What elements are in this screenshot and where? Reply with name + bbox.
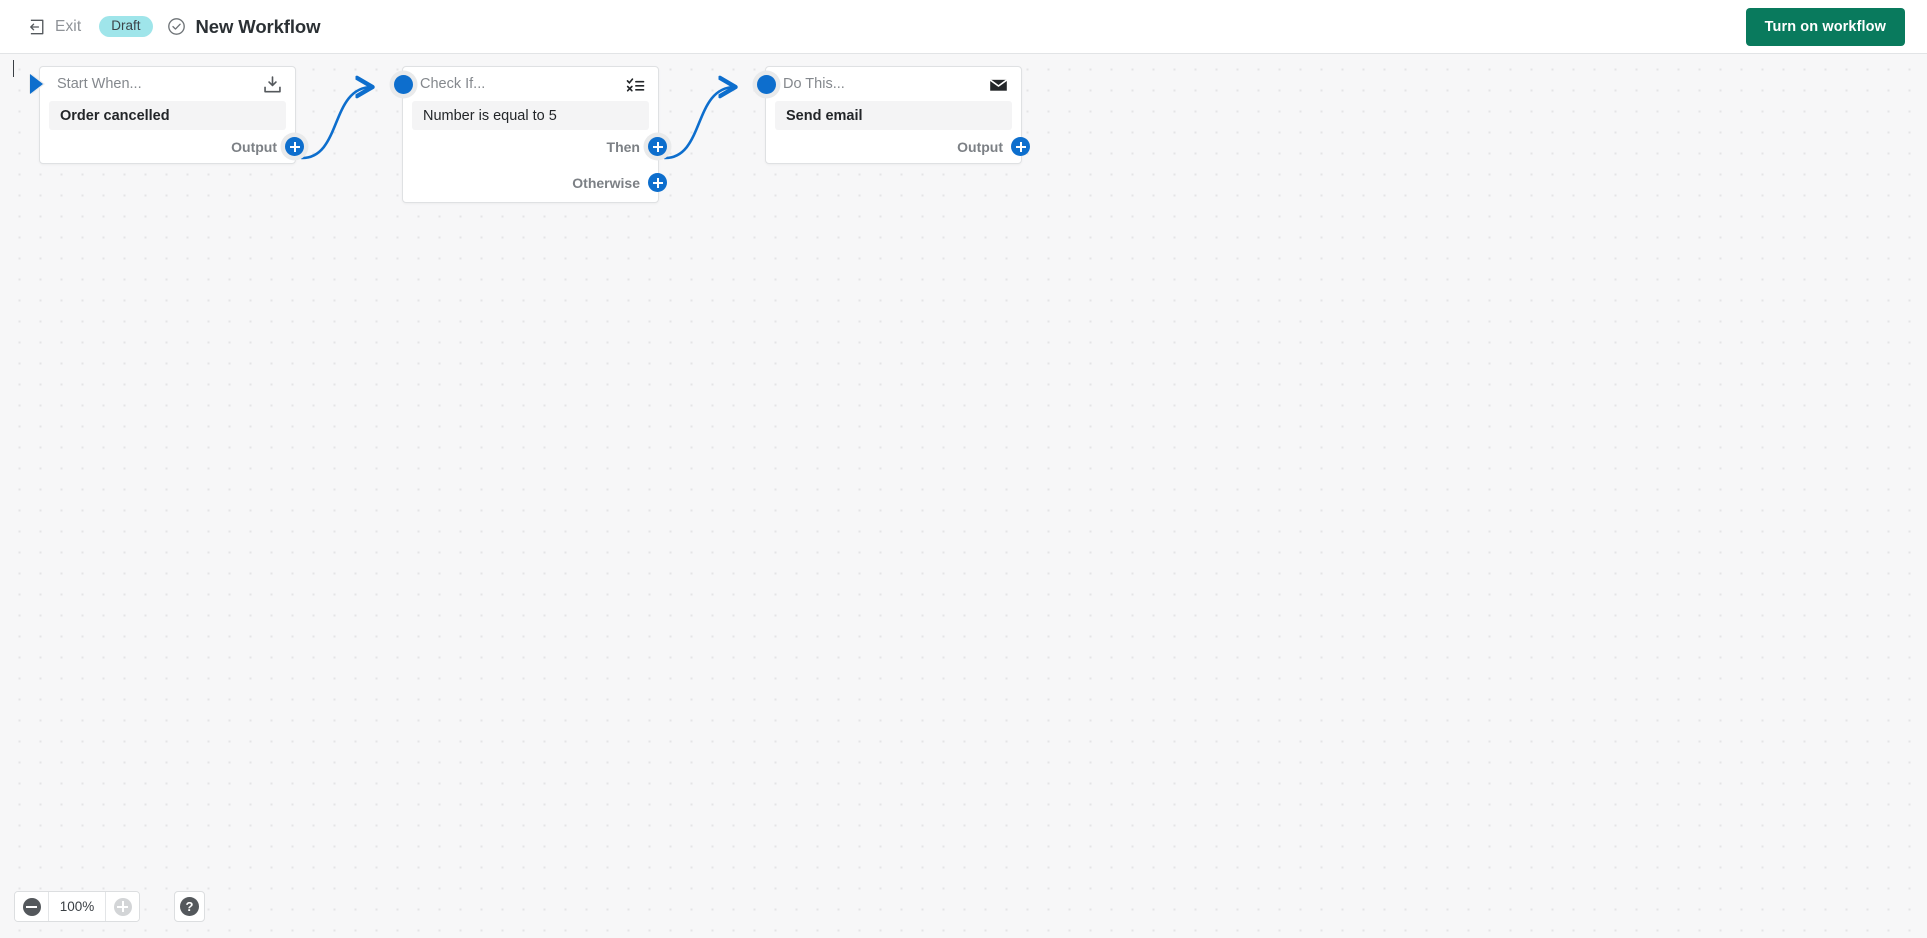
- help-button[interactable]: ?: [174, 891, 205, 922]
- envelope-icon[interactable]: [988, 74, 1009, 95]
- node-trigger-output-label: Output: [231, 138, 277, 155]
- add-step-otherwise-button[interactable]: [648, 173, 667, 192]
- app-header: Exit Draft New Workflow Turn on workflow: [0, 0, 1927, 54]
- minus-circle-icon: [22, 897, 41, 916]
- exit-arrow-icon: [28, 18, 46, 36]
- node-action-output-port: Output: [766, 130, 1030, 163]
- question-mark-icon: ?: [180, 897, 199, 916]
- check-cross-list-icon[interactable]: [625, 74, 646, 95]
- page-title: New Workflow: [195, 15, 321, 37]
- exit-label: Exit: [55, 17, 82, 35]
- node-trigger-body-text: Order cancelled: [60, 107, 170, 124]
- node-condition-body[interactable]: Number is equal to 5: [412, 101, 649, 130]
- workflow-canvas[interactable]: Start When... Order cancelled Output Che…: [0, 54, 1927, 938]
- node-condition-otherwise-port: Otherwise: [403, 163, 667, 202]
- check-circle-icon: [167, 17, 196, 36]
- node-trigger-output-port: Output: [40, 130, 304, 163]
- node-action-header: Do This...: [766, 67, 1021, 101]
- node-condition[interactable]: Check If... Number is equal to 5 Then Ot…: [393, 66, 667, 203]
- node-condition-then-label: Then: [606, 138, 640, 155]
- exit-button[interactable]: Exit: [22, 14, 87, 40]
- node-trigger-header: Start When...: [40, 67, 295, 101]
- node-action-body[interactable]: Send email: [775, 101, 1012, 130]
- node-trigger-title: Start When...: [57, 76, 142, 92]
- zoom-level-value[interactable]: 100%: [48, 892, 106, 921]
- zoom-controls: 100%: [14, 891, 140, 922]
- plus-circle-icon: [113, 897, 132, 916]
- canvas-caret-marker: [13, 60, 14, 77]
- turn-on-workflow-button[interactable]: Turn on workflow: [1745, 8, 1905, 46]
- node-condition-header: Check If...: [403, 67, 658, 101]
- node-action-body-text: Send email: [786, 107, 863, 124]
- add-step-after-trigger-button[interactable]: [285, 137, 304, 156]
- status-badge[interactable]: Draft: [99, 16, 153, 37]
- workflow-editor: Exit Draft New Workflow Turn on workflow: [0, 0, 1927, 938]
- node-action[interactable]: Do This... Send email Output: [756, 66, 1030, 164]
- node-trigger[interactable]: Start When... Order cancelled Output: [30, 66, 304, 164]
- zoom-out-button[interactable]: [15, 892, 48, 921]
- node-action-output-label: Output: [957, 138, 1003, 155]
- node-condition-body-text: Number is equal to 5: [423, 107, 557, 124]
- node-action-title: Do This...: [783, 76, 845, 92]
- inbox-download-icon[interactable]: [262, 74, 283, 95]
- add-step-then-button[interactable]: [648, 137, 667, 156]
- node-condition-otherwise-label: Otherwise: [572, 174, 640, 191]
- node-trigger-body[interactable]: Order cancelled: [49, 101, 286, 130]
- node-condition-then-port: Then: [403, 130, 667, 163]
- zoom-in-button[interactable]: [106, 892, 139, 921]
- add-step-after-action-button[interactable]: [1011, 137, 1030, 156]
- header-left-group: Exit Draft New Workflow: [22, 14, 321, 40]
- node-condition-title: Check If...: [420, 76, 486, 92]
